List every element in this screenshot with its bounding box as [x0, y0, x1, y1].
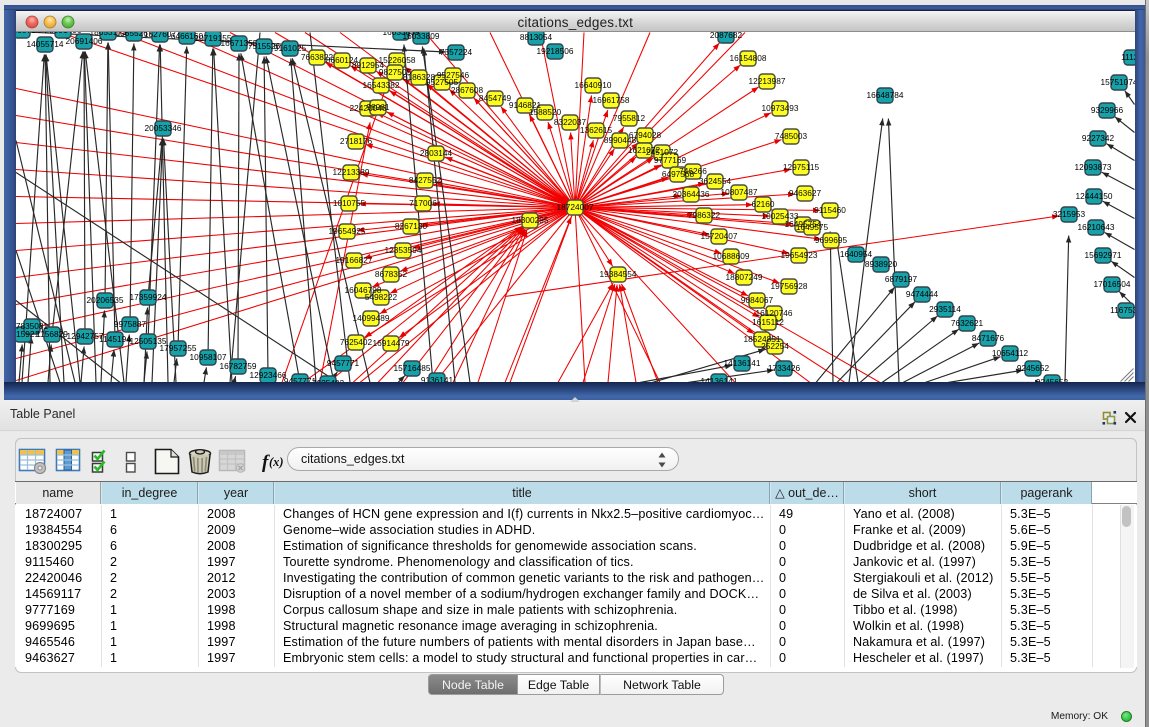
- svg-text:12923466: 12923466: [250, 370, 287, 380]
- svg-text:10688609: 10688609: [713, 251, 750, 261]
- svg-text:15692971: 15692971: [1085, 250, 1122, 260]
- svg-text:9474444: 9474444: [906, 289, 939, 299]
- svg-text:19218506: 19218506: [537, 46, 574, 56]
- svg-text:7485003: 7485003: [775, 131, 808, 141]
- svg-text:(x): (x): [269, 455, 284, 469]
- svg-text:9136141: 9136141: [421, 375, 454, 383]
- svg-text:7986322: 7986322: [688, 210, 721, 220]
- svg-text:8938920: 8938920: [865, 259, 898, 269]
- svg-text:19654925: 19654925: [329, 226, 366, 236]
- svg-text:15751074: 15751074: [1101, 77, 1135, 87]
- svg-text:8454749: 8454749: [479, 93, 512, 103]
- svg-text:1156829: 1156829: [36, 329, 68, 339]
- svg-text:19756928: 19756928: [771, 281, 808, 291]
- svg-text:9463627: 9463627: [789, 188, 822, 198]
- svg-text:746266: 746266: [679, 166, 707, 176]
- svg-text:18724007: 18724007: [557, 202, 594, 212]
- svg-text:16961758: 16961758: [593, 95, 630, 105]
- svg-text:16640910: 16640910: [575, 80, 612, 90]
- svg-text:16648784: 16648784: [867, 90, 904, 100]
- svg-text:1167530: 1167530: [1110, 305, 1134, 315]
- svg-text:14055714: 14055714: [16, 32, 41, 35]
- svg-text:20053346: 20053346: [145, 123, 182, 133]
- svg-text:9777169: 9777169: [654, 155, 687, 165]
- svg-text:18807249: 18807249: [726, 272, 763, 282]
- svg-text:20091406: 20091406: [45, 32, 82, 35]
- svg-text:1640954: 1640954: [840, 249, 873, 259]
- svg-text:12093873: 12093873: [1075, 162, 1112, 172]
- svg-text:11121: 11121: [1121, 52, 1134, 62]
- svg-text:7625402: 7625402: [312, 378, 345, 383]
- svg-text:9245652: 9245652: [1017, 363, 1050, 373]
- svg-text:14099489: 14099489: [353, 313, 390, 323]
- svg-text:9115460: 9115460: [814, 205, 846, 215]
- svg-text:19166827: 19166827: [336, 255, 373, 265]
- svg-text:98961: 98961: [366, 102, 389, 112]
- svg-text:8471676: 8471676: [972, 333, 1005, 343]
- svg-text:5498222: 5498222: [365, 292, 398, 302]
- svg-text:17016504: 17016504: [1094, 279, 1131, 289]
- svg-text:14136141: 14136141: [724, 358, 761, 368]
- svg-text:15720407: 15720407: [701, 231, 738, 241]
- svg-text:10807487: 10807487: [721, 187, 758, 197]
- svg-text:9457771: 9457771: [327, 358, 360, 368]
- svg-text:1588520: 1588520: [529, 107, 562, 117]
- svg-text:16210643: 16210643: [1078, 222, 1115, 232]
- svg-text:16543382: 16543382: [363, 80, 400, 90]
- svg-text:9227342: 9227342: [1082, 133, 1115, 143]
- svg-text:12213389: 12213389: [333, 167, 370, 177]
- svg-text:2803144: 2803144: [420, 148, 453, 158]
- svg-text:8813054: 8813054: [520, 32, 553, 42]
- svg-text:12444150: 12444150: [1076, 191, 1113, 201]
- svg-text:20364436: 20364436: [673, 189, 710, 199]
- svg-text:1010755: 1010755: [333, 198, 366, 208]
- svg-text:2935114: 2935114: [929, 304, 961, 314]
- svg-text:14055714: 14055714: [27, 39, 64, 49]
- svg-text:3215953: 3215953: [1053, 209, 1086, 219]
- svg-text:8267130: 8267130: [395, 221, 428, 231]
- svg-text:2718176: 2718176: [340, 136, 373, 146]
- svg-text:19384554: 19384554: [600, 269, 637, 279]
- svg-text:9084067: 9084067: [741, 295, 774, 305]
- svg-text:9975887: 9975887: [114, 319, 147, 329]
- svg-text:15716485: 15716485: [394, 363, 431, 373]
- svg-text:9699695: 9699695: [815, 235, 848, 245]
- svg-text:2087682: 2087682: [710, 32, 743, 40]
- svg-text:252254: 252254: [761, 341, 789, 351]
- svg-text:7955812: 7955812: [613, 113, 646, 123]
- svg-text:9245652: 9245652: [1036, 377, 1069, 383]
- svg-text:14136141: 14136141: [701, 376, 738, 383]
- svg-text:7357224: 7357224: [440, 47, 473, 57]
- svg-text:1649575: 1649575: [796, 222, 829, 232]
- svg-text:6794028: 6794028: [629, 130, 662, 140]
- svg-text:1145194: 1145194: [99, 334, 131, 344]
- svg-text:1615112: 1615112: [752, 317, 784, 327]
- svg-text:15226058: 15226058: [379, 55, 416, 65]
- svg-text:6879197: 6879197: [885, 274, 918, 284]
- svg-text:20206535: 20206535: [87, 295, 124, 305]
- svg-text:1733426: 1733426: [768, 363, 801, 373]
- svg-text:17359924: 17359924: [130, 292, 167, 302]
- svg-text:9329966: 9329966: [1091, 105, 1124, 115]
- svg-text:10654112: 10654112: [992, 348, 1029, 358]
- svg-text:19654923: 19654923: [781, 250, 818, 260]
- svg-text:62160: 62160: [751, 199, 774, 209]
- svg-text:12353594: 12353594: [385, 245, 422, 255]
- svg-text:18300295: 18300295: [512, 215, 549, 225]
- svg-text:12213987: 12213987: [749, 76, 786, 86]
- svg-text:1362615: 1362615: [580, 125, 613, 135]
- svg-text:12975115: 12975115: [783, 162, 820, 172]
- svg-text:717006: 717006: [409, 198, 437, 208]
- svg-text:7632621: 7632621: [951, 318, 984, 328]
- svg-text:7625402: 7625402: [340, 337, 373, 347]
- svg-text:8427552: 8427552: [409, 175, 442, 185]
- svg-text:9527546: 9527546: [437, 70, 470, 80]
- svg-text:3624554: 3624554: [699, 176, 732, 186]
- svg-text:16914479: 16914479: [373, 338, 410, 348]
- svg-text:16154808: 16154808: [730, 53, 767, 63]
- svg-text:10973493: 10973493: [762, 103, 799, 113]
- svg-text:8678352: 8678352: [375, 269, 408, 279]
- svg-text:16033809: 16033809: [403, 32, 440, 41]
- svg-text:20691406: 20691406: [66, 36, 103, 46]
